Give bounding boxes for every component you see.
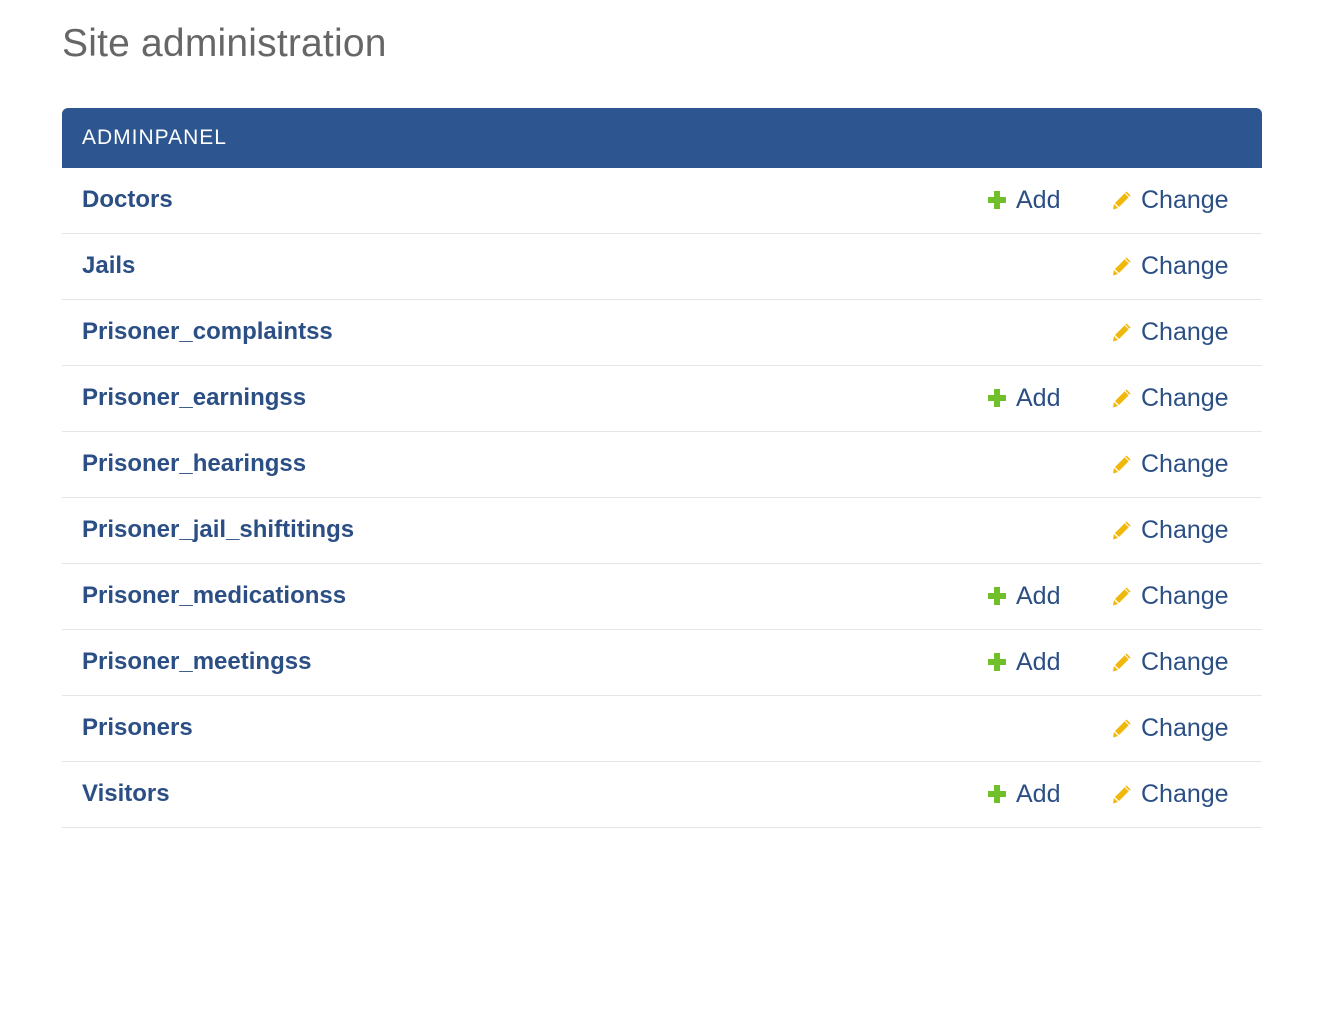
model-row: Prisoner_complaintss Change (62, 300, 1262, 366)
model-name-link[interactable]: Prisoner_jail_shiftitings (82, 498, 354, 562)
add-label: Add (1016, 384, 1061, 412)
page-title: Site administration (62, 22, 387, 65)
model-row: Prisoner_hearingss Change (62, 432, 1262, 498)
add-link[interactable]: Add (986, 630, 1060, 694)
model-name-link[interactable]: Prisoners (82, 696, 193, 760)
change-link[interactable]: Change (1111, 432, 1229, 496)
plus-icon (986, 585, 1008, 607)
model-name-link[interactable]: Doctors (82, 168, 173, 232)
change-label: Change (1141, 516, 1229, 544)
model-row: Prisoner_medicationss Add Change (62, 564, 1262, 630)
change-label: Change (1141, 648, 1229, 676)
model-row: Visitors Add Change (62, 762, 1262, 828)
model-name-link[interactable]: Visitors (82, 762, 170, 826)
add-link[interactable]: Add (986, 168, 1060, 232)
model-row: Doctors Add Change (62, 168, 1262, 234)
model-row: Prisoner_meetingss Add Change (62, 630, 1262, 696)
add-label: Add (1016, 582, 1061, 610)
model-name-link[interactable]: Jails (82, 234, 135, 298)
change-link[interactable]: Change (1111, 696, 1229, 760)
pencil-icon (1111, 717, 1133, 739)
app-caption: ADMINPANEL (62, 108, 1262, 168)
model-name-link[interactable]: Prisoner_medicationss (82, 564, 346, 628)
add-link[interactable]: Add (986, 564, 1060, 628)
pencil-icon (1111, 519, 1133, 541)
change-label: Change (1141, 186, 1229, 214)
plus-icon (986, 783, 1008, 805)
plus-icon (986, 189, 1008, 211)
pencil-icon (1111, 387, 1133, 409)
pencil-icon (1111, 321, 1133, 343)
plus-icon (986, 387, 1008, 409)
model-name-link[interactable]: Prisoner_meetingss (82, 630, 311, 694)
model-name-link[interactable]: Prisoner_complaintss (82, 300, 333, 364)
model-row: Prisoners Change (62, 696, 1262, 762)
pencil-icon (1111, 255, 1133, 277)
change-link[interactable]: Change (1111, 762, 1229, 826)
change-label: Change (1141, 582, 1229, 610)
change-link[interactable]: Change (1111, 630, 1229, 694)
add-label: Add (1016, 648, 1061, 676)
change-label: Change (1141, 384, 1229, 412)
model-row: Jails Change (62, 234, 1262, 300)
model-name-link[interactable]: Prisoner_earningss (82, 366, 306, 430)
app-caption-link[interactable]: ADMINPANEL (82, 126, 227, 150)
app-module-adminpanel: ADMINPANEL Doctors Add Change Jails Change Pr… (62, 108, 1262, 828)
change-link[interactable]: Change (1111, 366, 1229, 430)
page: Site administration ADMINPANEL Doctors Ad… (0, 0, 1334, 1016)
add-label: Add (1016, 780, 1061, 808)
change-link[interactable]: Change (1111, 300, 1229, 364)
change-link[interactable]: Change (1111, 234, 1229, 298)
change-link[interactable]: Change (1111, 168, 1229, 232)
pencil-icon (1111, 189, 1133, 211)
model-list: Doctors Add Change Jails Change Prisoner_comp… (62, 168, 1262, 828)
plus-icon (986, 651, 1008, 673)
change-label: Change (1141, 318, 1229, 346)
pencil-icon (1111, 453, 1133, 475)
change-link[interactable]: Change (1111, 564, 1229, 628)
change-label: Change (1141, 252, 1229, 280)
add-label: Add (1016, 186, 1061, 214)
pencil-icon (1111, 585, 1133, 607)
change-link[interactable]: Change (1111, 498, 1229, 562)
pencil-icon (1111, 651, 1133, 673)
add-link[interactable]: Add (986, 366, 1060, 430)
model-row: Prisoner_earningss Add Change (62, 366, 1262, 432)
change-label: Change (1141, 714, 1229, 742)
model-name-link[interactable]: Prisoner_hearingss (82, 432, 306, 496)
pencil-icon (1111, 783, 1133, 805)
model-row: Prisoner_jail_shiftitings Change (62, 498, 1262, 564)
add-link[interactable]: Add (986, 762, 1060, 826)
change-label: Change (1141, 450, 1229, 478)
change-label: Change (1141, 780, 1229, 808)
